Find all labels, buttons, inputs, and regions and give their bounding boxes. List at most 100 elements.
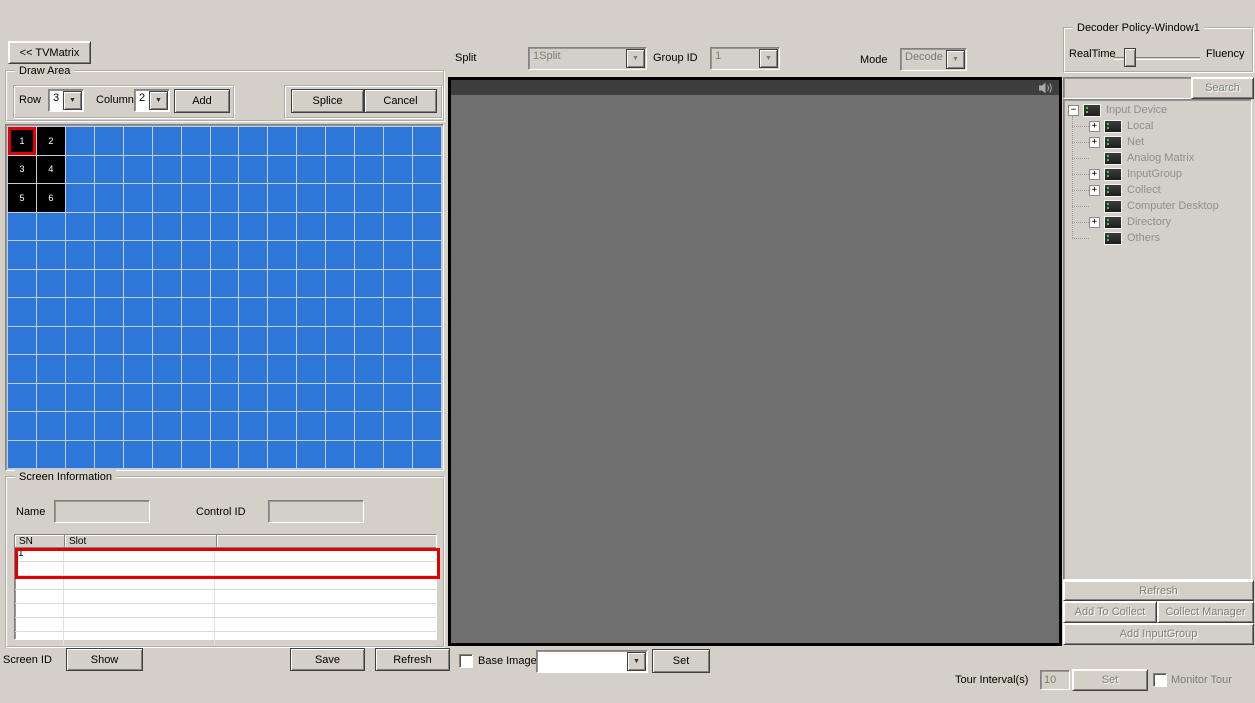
grid-screen-cell-1[interactable]: 1 xyxy=(8,127,36,155)
grid-screen-cell-6[interactable]: 6 xyxy=(36,184,65,212)
policy-slider-thumb[interactable] xyxy=(1124,48,1136,67)
grid-cell[interactable] xyxy=(384,127,413,155)
grid-cell[interactable] xyxy=(123,298,152,326)
grid-cell[interactable] xyxy=(123,412,152,440)
grid-cell[interactable] xyxy=(268,298,297,326)
grid-cell[interactable] xyxy=(239,298,268,326)
grid-cell[interactable] xyxy=(355,127,384,155)
grid-cell[interactable] xyxy=(297,127,326,155)
grid-cell[interactable] xyxy=(36,269,65,297)
grid-cell[interactable] xyxy=(326,212,355,240)
tree-item-analog-matrix[interactable]: Analog Matrix xyxy=(1064,150,1251,166)
grid-cell[interactable] xyxy=(152,127,181,155)
grid-cell[interactable] xyxy=(181,355,210,383)
grid-cell[interactable] xyxy=(326,127,355,155)
grid-screen-cell-3[interactable]: 3 xyxy=(8,155,36,183)
table-row[interactable] xyxy=(15,576,436,590)
tree-item-net[interactable]: + Net xyxy=(1064,134,1251,150)
grid-cell[interactable] xyxy=(384,326,413,354)
expand-icon[interactable]: + xyxy=(1089,216,1100,228)
column-select[interactable]: 2 ▼ xyxy=(134,89,170,112)
grid-cell[interactable] xyxy=(268,383,297,411)
grid-cell[interactable] xyxy=(239,155,268,183)
grid-cell[interactable] xyxy=(413,355,441,383)
grid-cell[interactable] xyxy=(210,298,239,326)
grid-cell[interactable] xyxy=(181,383,210,411)
tree-item-collect[interactable]: + Collect xyxy=(1064,182,1251,198)
grid-cell[interactable] xyxy=(239,269,268,297)
grid-cell[interactable] xyxy=(413,440,441,468)
grid-cell[interactable] xyxy=(123,212,152,240)
chevron-down-icon[interactable]: ▼ xyxy=(946,50,965,69)
grid-cell[interactable] xyxy=(355,241,384,269)
grid-cell[interactable] xyxy=(36,412,65,440)
grid-screen-cell-2[interactable]: 2 xyxy=(36,127,65,155)
grid-cell[interactable] xyxy=(384,383,413,411)
grid-cell[interactable] xyxy=(65,184,94,212)
grid-cell[interactable] xyxy=(123,326,152,354)
grid-cell[interactable] xyxy=(297,440,326,468)
grid-cell[interactable] xyxy=(65,412,94,440)
collect-manager-button[interactable]: Collect Manager xyxy=(1157,601,1254,623)
grid-cell[interactable] xyxy=(239,184,268,212)
grid-cell[interactable] xyxy=(210,155,239,183)
table-row[interactable] xyxy=(15,590,436,604)
grid-cell[interactable] xyxy=(326,355,355,383)
grid-cell[interactable] xyxy=(297,412,326,440)
grid-cell[interactable] xyxy=(8,269,36,297)
tree-item-local[interactable]: + Local xyxy=(1064,118,1251,134)
grid-cell[interactable] xyxy=(8,298,36,326)
grid-cell[interactable] xyxy=(355,440,384,468)
group-id-select[interactable]: 1 ▼ xyxy=(710,47,780,70)
table-row[interactable] xyxy=(15,632,436,646)
expand-icon[interactable]: + xyxy=(1089,120,1100,132)
grid-cell[interactable] xyxy=(413,184,441,212)
grid-cell[interactable] xyxy=(210,412,239,440)
grid-cell[interactable] xyxy=(268,440,297,468)
grid-cell[interactable] xyxy=(36,326,65,354)
grid-cell[interactable] xyxy=(181,440,210,468)
grid-cell[interactable] xyxy=(181,326,210,354)
grid-cell[interactable] xyxy=(326,184,355,212)
table-row[interactable]: 1 xyxy=(15,548,436,562)
name-field[interactable] xyxy=(54,500,155,523)
grid-cell[interactable] xyxy=(181,127,210,155)
grid-cell[interactable] xyxy=(123,440,152,468)
grid-cell[interactable] xyxy=(181,412,210,440)
grid-cell[interactable] xyxy=(65,440,94,468)
grid-cell[interactable] xyxy=(94,241,123,269)
grid-cell[interactable] xyxy=(152,326,181,354)
grid-cell[interactable] xyxy=(413,155,441,183)
grid-cell[interactable] xyxy=(268,155,297,183)
grid-cell[interactable] xyxy=(297,355,326,383)
grid-cell[interactable] xyxy=(384,355,413,383)
grid-cell[interactable] xyxy=(94,440,123,468)
refresh-screen-button[interactable]: Refresh xyxy=(375,648,450,671)
grid-cell[interactable] xyxy=(297,326,326,354)
grid-cell[interactable] xyxy=(94,155,123,183)
split-select[interactable]: 1Split ▼ xyxy=(528,47,647,70)
mode-select[interactable]: Decode ▼ xyxy=(900,48,967,71)
grid-cell[interactable] xyxy=(355,326,384,354)
grid-cell[interactable] xyxy=(413,127,441,155)
chevron-down-icon[interactable]: ▼ xyxy=(627,652,646,671)
grid-cell[interactable] xyxy=(94,212,123,240)
speaker-icon[interactable] xyxy=(1039,82,1053,94)
search-button[interactable]: Search xyxy=(1191,77,1254,99)
tree-refresh-button[interactable]: Refresh xyxy=(1063,580,1254,601)
grid-screen-cell-4[interactable]: 4 xyxy=(36,155,65,183)
grid-cell[interactable] xyxy=(94,298,123,326)
control-id-input[interactable] xyxy=(269,501,369,522)
grid-cell[interactable] xyxy=(8,326,36,354)
monitor-tour-checkbox[interactable] xyxy=(1153,673,1167,687)
grid-cell[interactable] xyxy=(65,298,94,326)
grid-cell[interactable] xyxy=(384,184,413,212)
grid-cell[interactable] xyxy=(36,298,65,326)
grid-cell[interactable] xyxy=(123,155,152,183)
grid-cell[interactable] xyxy=(152,355,181,383)
grid-cell[interactable] xyxy=(413,269,441,297)
grid-cell[interactable] xyxy=(355,184,384,212)
grid-cell[interactable] xyxy=(181,212,210,240)
grid-cell[interactable] xyxy=(65,383,94,411)
grid-cell[interactable] xyxy=(413,298,441,326)
